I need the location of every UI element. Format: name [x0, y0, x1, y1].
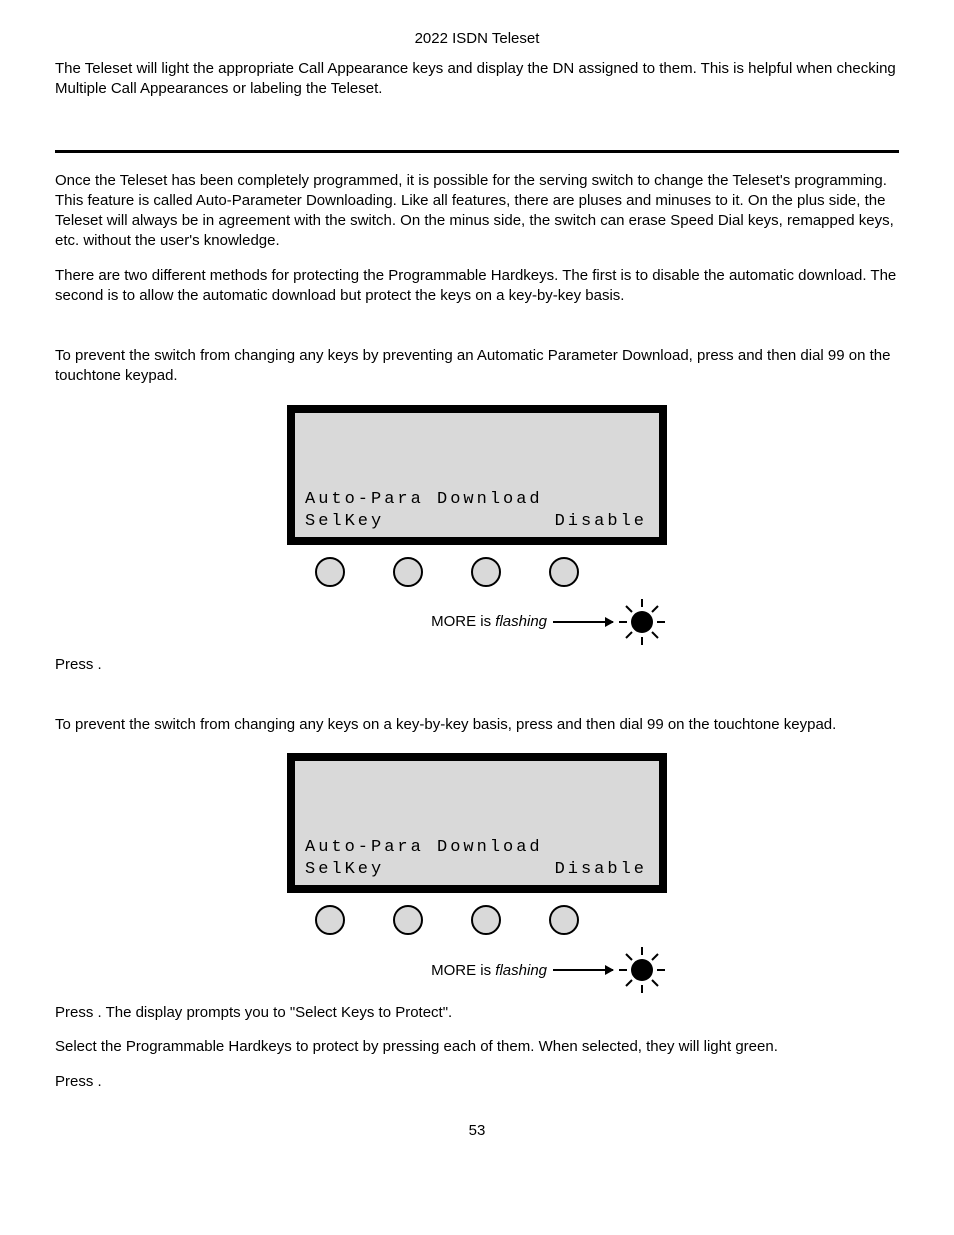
selkey-instr-b: and then dial 99 on the touchtone keypad… [557, 716, 836, 733]
softkey-row [287, 545, 667, 587]
lcd-diagram-1: Auto-Para Download SelKey Disable MORE i… [287, 405, 667, 647]
lcd-screen: Auto-Para Download SelKey Disable [287, 753, 667, 893]
disable-instruction: To prevent the switch from changing any … [55, 346, 899, 387]
press-selkey-a: Press [55, 1004, 98, 1021]
flashing-icon [617, 945, 667, 995]
lcd-line1: Auto-Para Download [305, 490, 543, 509]
section-p2: There are two different methods for prot… [55, 266, 899, 307]
arrow-icon [553, 969, 613, 971]
softkey-1[interactable] [315, 557, 345, 587]
softkey-3[interactable] [471, 557, 501, 587]
lcd-line2-right: Disable [555, 860, 647, 879]
press-final-a: Press [55, 1073, 98, 1090]
lcd-diagram-2: Auto-Para Download SelKey Disable MORE i… [287, 753, 667, 995]
softkey-4[interactable] [549, 557, 579, 587]
press-disable-b: . [98, 656, 102, 673]
lcd-line2-right: Disable [555, 512, 647, 531]
lcd-line2-left: SelKey [305, 860, 384, 879]
more-label-b: flashing [495, 962, 547, 979]
press-final-b: . [98, 1073, 102, 1090]
more-label-a: MORE is [431, 962, 495, 979]
softkey-3[interactable] [471, 905, 501, 935]
press-disable: Press . [55, 655, 899, 675]
more-indicator-row: MORE is flashing [287, 945, 667, 995]
intro-paragraph: The Teleset will light the appropriate C… [55, 59, 899, 100]
more-label-a: MORE is [431, 613, 495, 630]
doc-header: 2022 ISDN Teleset [55, 30, 899, 47]
more-label: MORE is flashing [431, 613, 547, 630]
more-label: MORE is flashing [431, 962, 547, 979]
more-indicator-row: MORE is flashing [287, 597, 667, 647]
more-label-b: flashing [495, 613, 547, 630]
softkey-1[interactable] [315, 905, 345, 935]
selkey-instr-a: To prevent the switch from changing any … [55, 716, 557, 733]
section-rule [55, 150, 899, 153]
select-keys-paragraph: Select the Programmable Hardkeys to prot… [55, 1037, 899, 1057]
press-final: Press . [55, 1072, 899, 1092]
disable-instr-a: To prevent the switch from changing any … [55, 347, 738, 364]
arrow-icon [553, 621, 613, 623]
softkey-4[interactable] [549, 905, 579, 935]
section-p1: Once the Teleset has been completely pro… [55, 171, 899, 252]
lcd-screen: Auto-Para Download SelKey Disable [287, 405, 667, 545]
page-number: 53 [55, 1122, 899, 1139]
press-disable-a: Press [55, 656, 98, 673]
flashing-icon [617, 597, 667, 647]
press-selkey-b: . The display prompts you to "Select Key… [98, 1004, 453, 1021]
softkey-row [287, 893, 667, 935]
lcd-line1: Auto-Para Download [305, 838, 543, 857]
lcd-line2-left: SelKey [305, 512, 384, 531]
softkey-2[interactable] [393, 557, 423, 587]
softkey-2[interactable] [393, 905, 423, 935]
press-selkey: Press . The display prompts you to "Sele… [55, 1003, 899, 1023]
selkey-instruction: To prevent the switch from changing any … [55, 715, 899, 735]
